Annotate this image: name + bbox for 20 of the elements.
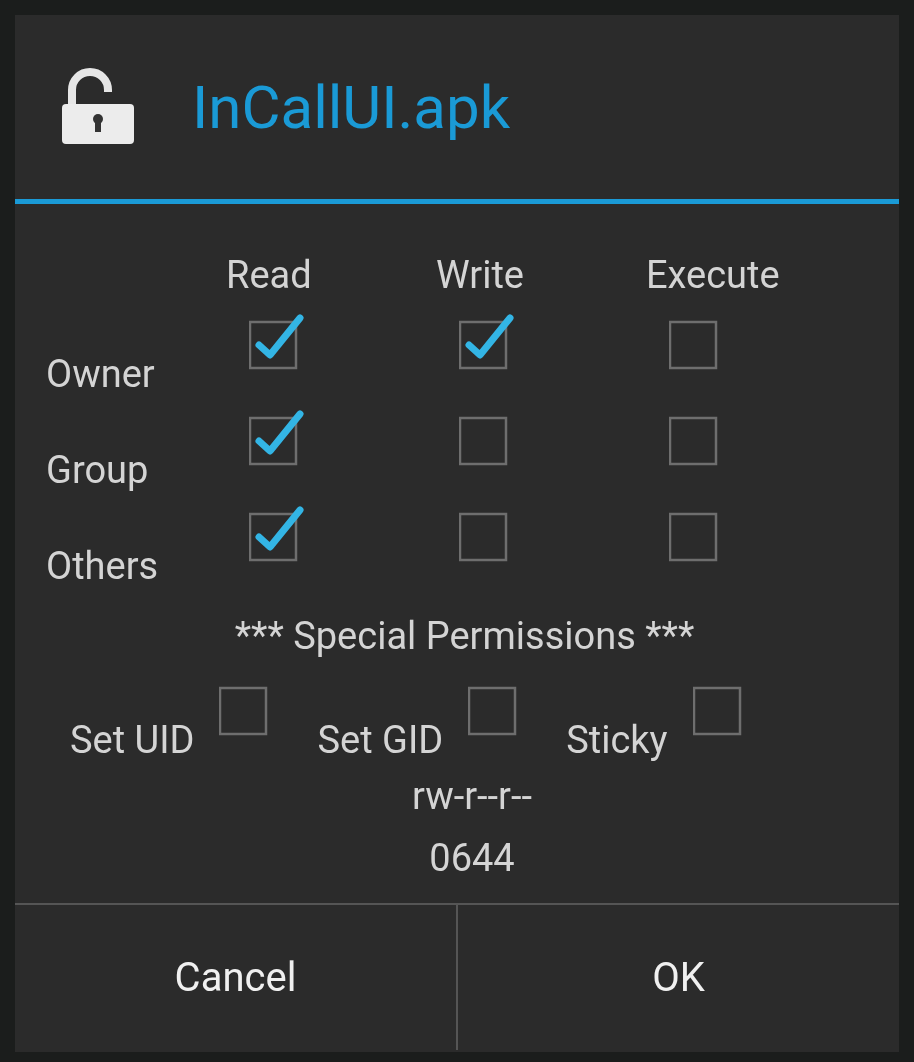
unlocked-padlock-icon: [60, 68, 136, 146]
row-label: Others: [46, 544, 159, 588]
dialog-button[interactable]: Cancel: [15, 905, 456, 1050]
checkbox[interactable]: [459, 312, 517, 370]
dialog-button[interactable]: OK: [456, 905, 899, 1050]
permission-string: rw-r--r--: [412, 774, 532, 818]
column-header: Write: [436, 253, 525, 297]
row-label: Group: [46, 448, 149, 492]
dialog-title: InCallUI.apk: [192, 71, 511, 143]
checkbox[interactable]: [249, 312, 307, 370]
column-header: Read: [226, 253, 312, 297]
option-label: Set GID: [317, 718, 444, 762]
octal-permission: 0644: [429, 836, 515, 880]
section-heading: *** Special Permissions ***: [234, 614, 695, 658]
checkbox[interactable]: [249, 504, 307, 562]
option-label: Sticky: [566, 718, 668, 762]
row-label: Owner: [46, 352, 155, 396]
checkbox[interactable]: [249, 408, 307, 466]
option-label: Set UID: [70, 718, 195, 762]
column-header: Execute: [646, 253, 780, 297]
